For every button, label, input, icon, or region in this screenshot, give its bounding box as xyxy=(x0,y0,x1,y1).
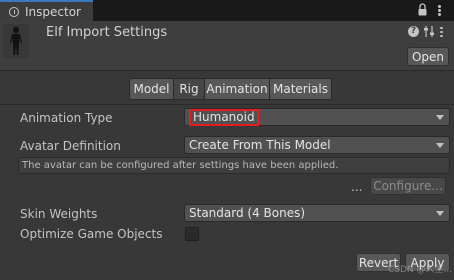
window-tab-bar: Inspector xyxy=(0,0,454,21)
tab-animation[interactable]: Animation xyxy=(204,78,270,100)
dropdown-arrow-icon xyxy=(436,115,444,120)
lock-icon[interactable] xyxy=(418,3,427,16)
dropdown-arrow-icon xyxy=(436,211,444,216)
inspector-tab[interactable]: Inspector xyxy=(0,0,93,21)
skin-weights-value: Standard (4 Bones) xyxy=(189,206,306,220)
import-tabs: Model Rig Animation Materials xyxy=(129,78,332,100)
info-box: The avatar can be configured after setti… xyxy=(18,157,450,174)
watermark: CSDN @人生... xyxy=(388,265,453,275)
divider xyxy=(0,104,454,105)
ellipsis-text: ... xyxy=(351,180,363,194)
optimize-game-objects-label: Optimize Game Objects xyxy=(20,227,163,241)
model-thumbnail-icon xyxy=(3,24,29,58)
avatar-definition-value: Create From This Model xyxy=(189,138,331,152)
preset-sliders-icon[interactable] xyxy=(423,26,435,37)
animation-type-dropdown[interactable]: Humanoid xyxy=(184,108,450,126)
dropdown-arrow-icon xyxy=(436,143,444,148)
avatar-definition-dropdown[interactable]: Create From This Model xyxy=(184,136,450,154)
inspector-header: Elf Import Settings ? Open xyxy=(0,21,454,71)
avatar-definition-label: Avatar Definition xyxy=(20,139,121,153)
tab-menu-icon[interactable] xyxy=(438,5,441,16)
configure-button[interactable]: Configure... xyxy=(370,177,446,195)
animation-type-value: Humanoid xyxy=(189,108,259,126)
page-title: Elf Import Settings xyxy=(46,25,168,40)
info-icon xyxy=(9,6,19,17)
skin-weights-label: Skin Weights xyxy=(20,207,98,221)
animation-type-label: Animation Type xyxy=(20,111,113,125)
tab-rig[interactable]: Rig xyxy=(173,78,205,100)
tab-materials[interactable]: Materials xyxy=(269,78,332,100)
tab-model[interactable]: Model xyxy=(129,78,174,100)
info-text: The avatar can be configured after setti… xyxy=(22,160,339,171)
optimize-game-objects-checkbox[interactable] xyxy=(185,227,199,241)
open-button[interactable]: Open xyxy=(407,47,449,66)
header-menu-icon[interactable] xyxy=(440,27,443,37)
inspector-tab-label: Inspector xyxy=(25,4,81,19)
skin-weights-dropdown[interactable]: Standard (4 Bones) xyxy=(184,204,450,222)
help-icon[interactable]: ? xyxy=(408,26,419,37)
